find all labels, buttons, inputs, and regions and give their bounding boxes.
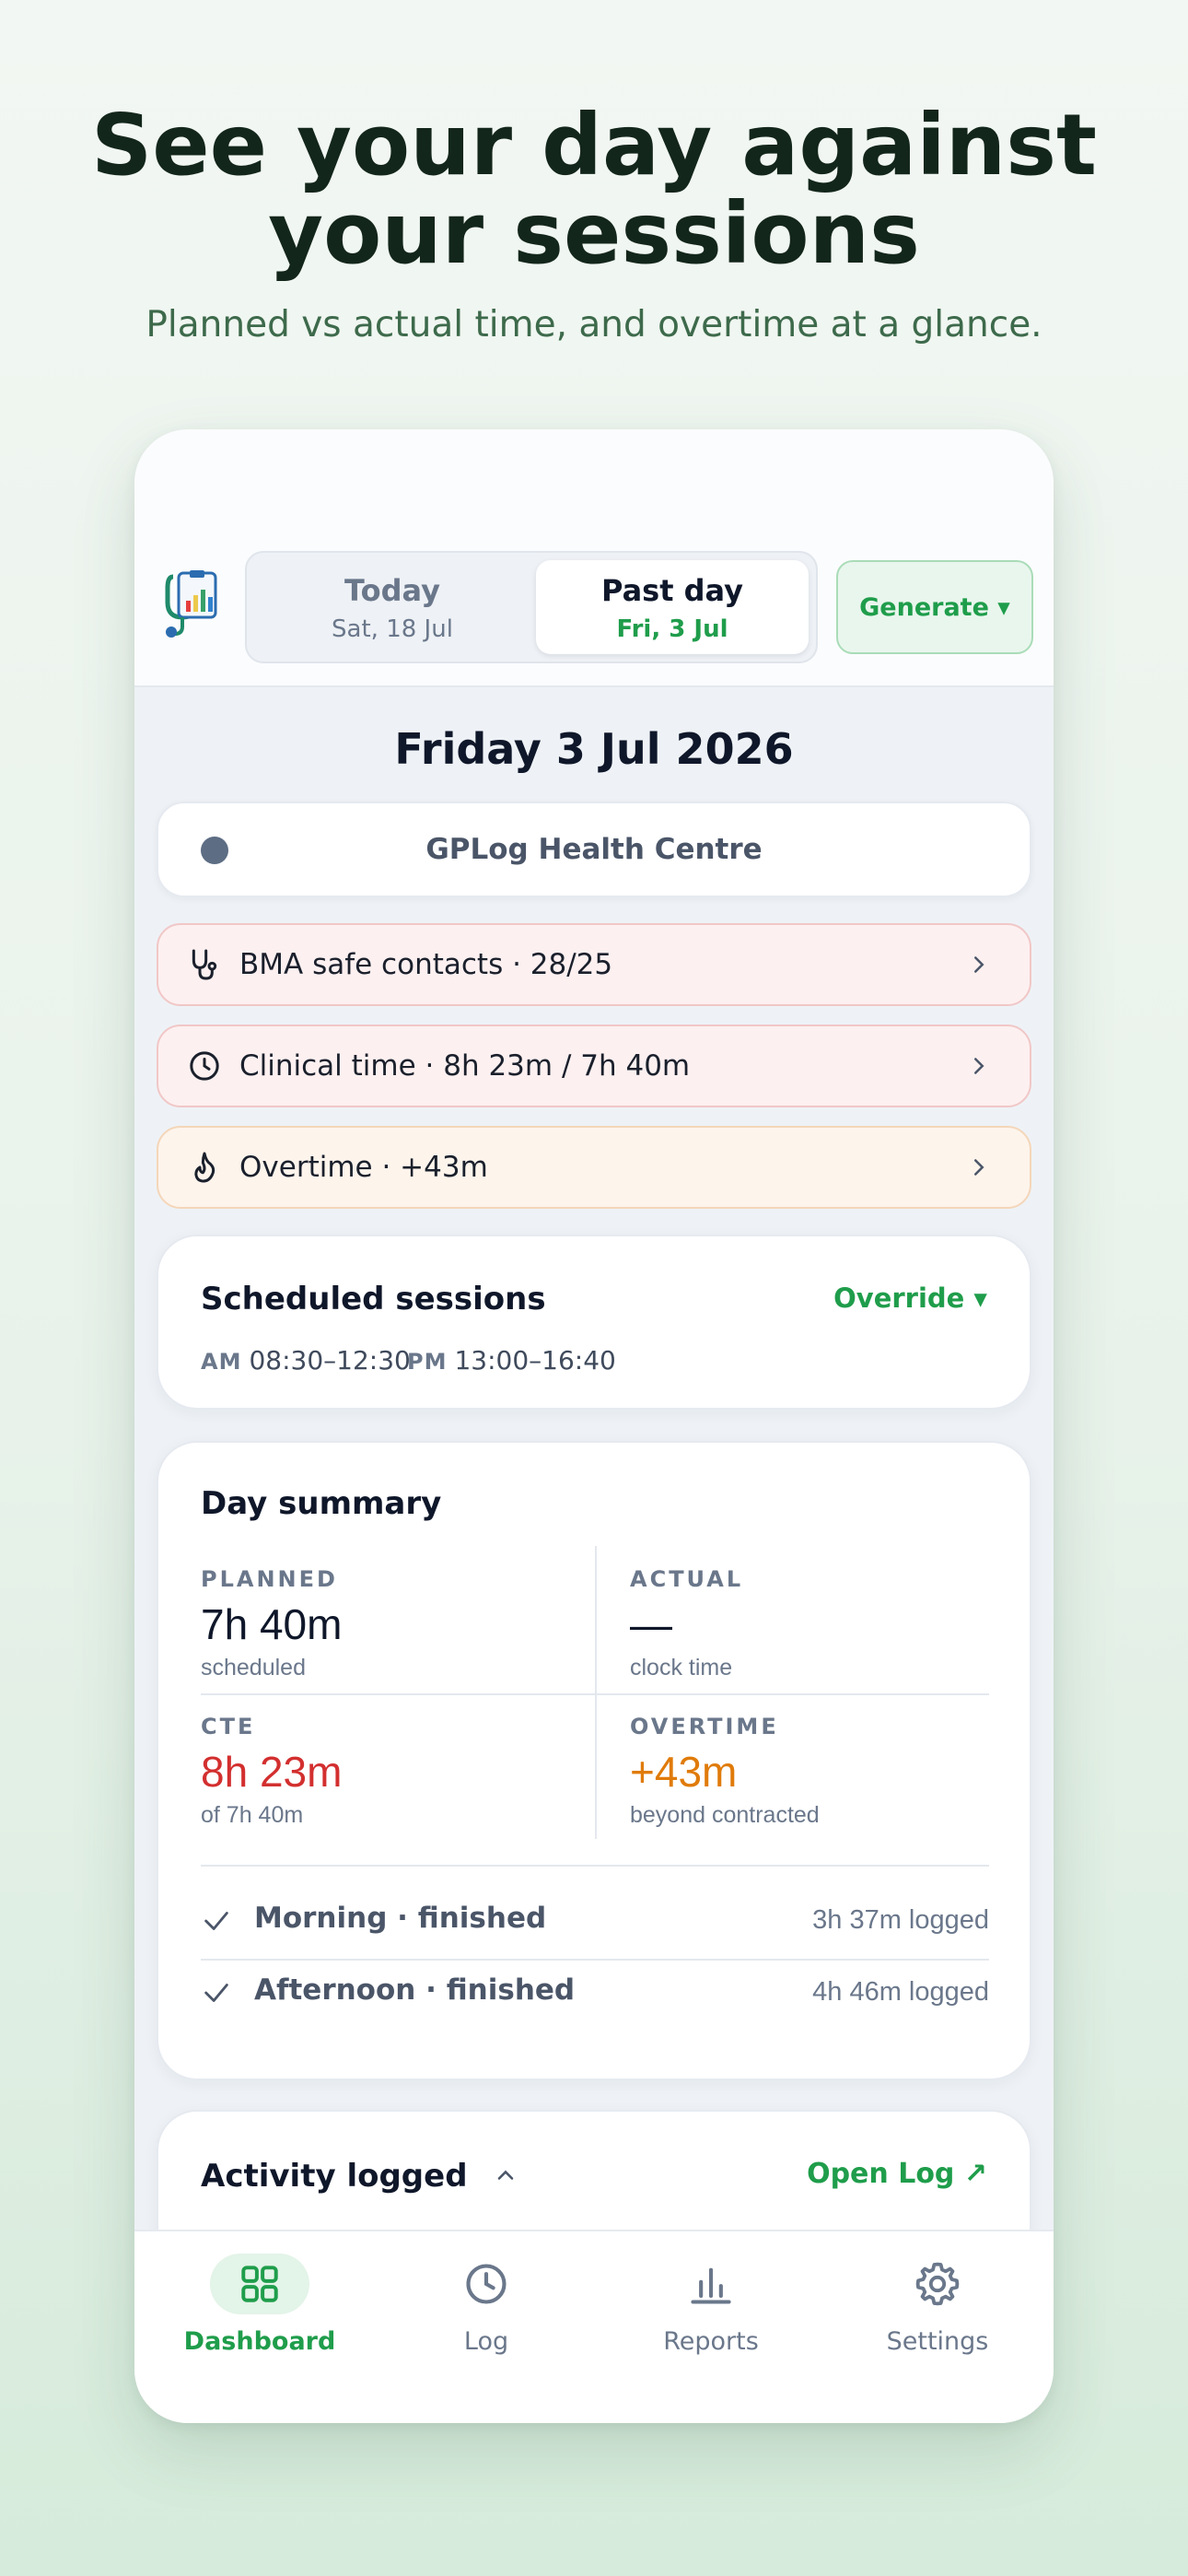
phone-screen: Today Sat, 18 Jul Past day Fri, 3 Jul Ge… bbox=[134, 429, 1054, 2423]
practice-name: GPLog Health Centre bbox=[425, 833, 763, 866]
day-title: Friday 3 Jul 2026 bbox=[394, 724, 794, 774]
actual-label: ACTUAL bbox=[630, 1566, 744, 1592]
open-log-link[interactable]: Open Log ↗ bbox=[807, 2158, 987, 2190]
scheduled-sessions-title: Scheduled sessions bbox=[201, 1281, 546, 1317]
pm-session: PM 13:00–16:40 bbox=[407, 1345, 616, 1376]
chevron-right-icon bbox=[974, 956, 984, 973]
nav-reports[interactable]: Reports bbox=[600, 2254, 821, 2392]
planned-label: PLANNED bbox=[201, 1566, 338, 1592]
day-summary-card: Day summary PLANNED 7h 40m scheduled ACT… bbox=[157, 1441, 1031, 2080]
section-divider bbox=[201, 1865, 989, 1867]
session-row-morning: Morning · finished 3h 37m logged bbox=[201, 1892, 989, 1948]
chevron-right-icon bbox=[974, 1159, 984, 1176]
session-logged: 4h 46m logged bbox=[812, 1977, 989, 2007]
alert-clinical-time[interactable]: Clinical time · 8h 23m / 7h 40m bbox=[157, 1025, 1031, 1107]
cte-sub: of 7h 40m bbox=[201, 1802, 304, 1828]
tab-past-day-label: Past day bbox=[600, 573, 744, 608]
scheduled-sessions-card: Scheduled sessions Override ▾ AM 08:30–12… bbox=[157, 1235, 1031, 1410]
actual-stat: ACTUAL — clock time bbox=[630, 1566, 743, 1681]
tab-today[interactable]: Today Sat, 18 Jul bbox=[256, 560, 529, 654]
planned-sub: scheduled bbox=[201, 1655, 306, 1680]
gear-icon bbox=[915, 2262, 960, 2306]
nav-log[interactable]: Log bbox=[376, 2254, 597, 2392]
cte-stat: CTE 8h 23m of 7h 40m bbox=[201, 1714, 342, 1829]
chevron-right-icon bbox=[974, 1058, 984, 1074]
nav-settings-icon-wrap bbox=[888, 2254, 987, 2314]
planned-stat: PLANNED 7h 40m scheduled bbox=[201, 1566, 342, 1681]
alert-text: BMA safe contacts · 28/25 bbox=[239, 948, 613, 981]
overtime-value: +43m bbox=[630, 1748, 738, 1796]
clock-icon bbox=[190, 1051, 219, 1081]
check-icon bbox=[204, 1984, 228, 2002]
check-icon bbox=[204, 1912, 228, 1930]
flame-icon bbox=[194, 1152, 215, 1183]
activity-logged-title[interactable]: Activity logged bbox=[201, 2158, 518, 2195]
session-row-afternoon: Afternoon · finished 4h 46m logged bbox=[201, 1964, 989, 2020]
override-button[interactable]: Override ▾ bbox=[833, 1282, 987, 1314]
pm-tag: PM bbox=[407, 1349, 448, 1375]
bottom-nav: Dashboard Log Reports Settings bbox=[134, 2230, 1054, 2423]
nav-log-label: Log bbox=[463, 2327, 509, 2356]
tab-past-day[interactable]: Past day Fri, 3 Jul bbox=[536, 560, 809, 654]
nav-settings[interactable]: Settings bbox=[827, 2254, 1048, 2392]
nav-dashboard[interactable]: Dashboard bbox=[149, 2254, 370, 2392]
session-logged: 3h 37m logged bbox=[812, 1905, 989, 1935]
planned-value: 7h 40m bbox=[201, 1600, 343, 1648]
grid-divider bbox=[201, 1693, 989, 1695]
nav-dashboard-label: Dashboard bbox=[183, 2327, 336, 2356]
day-summary-title: Day summary bbox=[201, 1485, 442, 1522]
pm-time: 13:00–16:40 bbox=[454, 1345, 616, 1376]
grid-divider bbox=[595, 1546, 597, 1839]
cte-label: CTE bbox=[201, 1714, 256, 1739]
session-name: Afternoon · finished bbox=[254, 1973, 576, 2007]
app-logo-icon bbox=[165, 570, 217, 638]
actual-value: — bbox=[630, 1600, 672, 1648]
nav-dashboard-icon-wrap bbox=[210, 2254, 309, 2314]
hero-headline-line1: See your day against bbox=[90, 96, 1098, 194]
row-divider bbox=[201, 1959, 989, 1961]
actual-sub: clock time bbox=[630, 1655, 733, 1680]
alert-text: Overtime · +43m bbox=[239, 1151, 488, 1184]
chevron-up-icon bbox=[498, 2170, 514, 2180]
clock-icon bbox=[466, 2264, 507, 2304]
am-session: AM 08:30–12:30 bbox=[201, 1345, 411, 1376]
nav-reports-label: Reports bbox=[663, 2327, 759, 2356]
am-time: 08:30–12:30 bbox=[249, 1345, 411, 1376]
alert-text: Clinical time · 8h 23m / 7h 40m bbox=[239, 1049, 691, 1083]
am-tag: AM bbox=[201, 1349, 242, 1375]
hero-headline-line2: your sessions bbox=[268, 184, 920, 283]
nav-log-icon-wrap bbox=[437, 2254, 536, 2314]
alert-overtime[interactable]: Overtime · +43m bbox=[157, 1126, 1031, 1209]
tab-today-date: Sat, 18 Jul bbox=[332, 615, 453, 643]
activity-logged-label: Activity logged bbox=[201, 2158, 468, 2195]
overtime-stat: OVERTIME +43m beyond contracted bbox=[630, 1714, 820, 1829]
nav-settings-label: Settings bbox=[886, 2327, 989, 2356]
cte-value: 8h 23m bbox=[201, 1748, 343, 1796]
day-toggle: Today Sat, 18 Jul Past day Fri, 3 Jul bbox=[245, 551, 818, 663]
bar-chart-icon bbox=[691, 2267, 731, 2304]
stethoscope-icon bbox=[192, 949, 217, 980]
tab-today-label: Today bbox=[344, 573, 440, 608]
nav-reports-icon-wrap bbox=[661, 2254, 761, 2314]
session-name: Morning · finished bbox=[254, 1902, 547, 1935]
tab-past-day-date: Fri, 3 Jul bbox=[616, 615, 728, 643]
top-bar: Today Sat, 18 Jul Past day Fri, 3 Jul Ge… bbox=[134, 429, 1054, 687]
hero-headline: See your day against your sessions bbox=[0, 101, 1188, 278]
generate-button[interactable]: Generate ▾ bbox=[836, 560, 1033, 654]
alert-bma-safe-contacts[interactable]: BMA safe contacts · 28/25 bbox=[157, 923, 1031, 1006]
hero-subheadline: Planned vs actual time, and overtime at … bbox=[146, 304, 1042, 345]
practice-selector[interactable]: GPLog Health Centre bbox=[157, 802, 1031, 897]
overtime-sub: beyond contracted bbox=[630, 1802, 820, 1828]
grid-icon bbox=[241, 2266, 278, 2302]
overtime-label: OVERTIME bbox=[630, 1714, 779, 1739]
